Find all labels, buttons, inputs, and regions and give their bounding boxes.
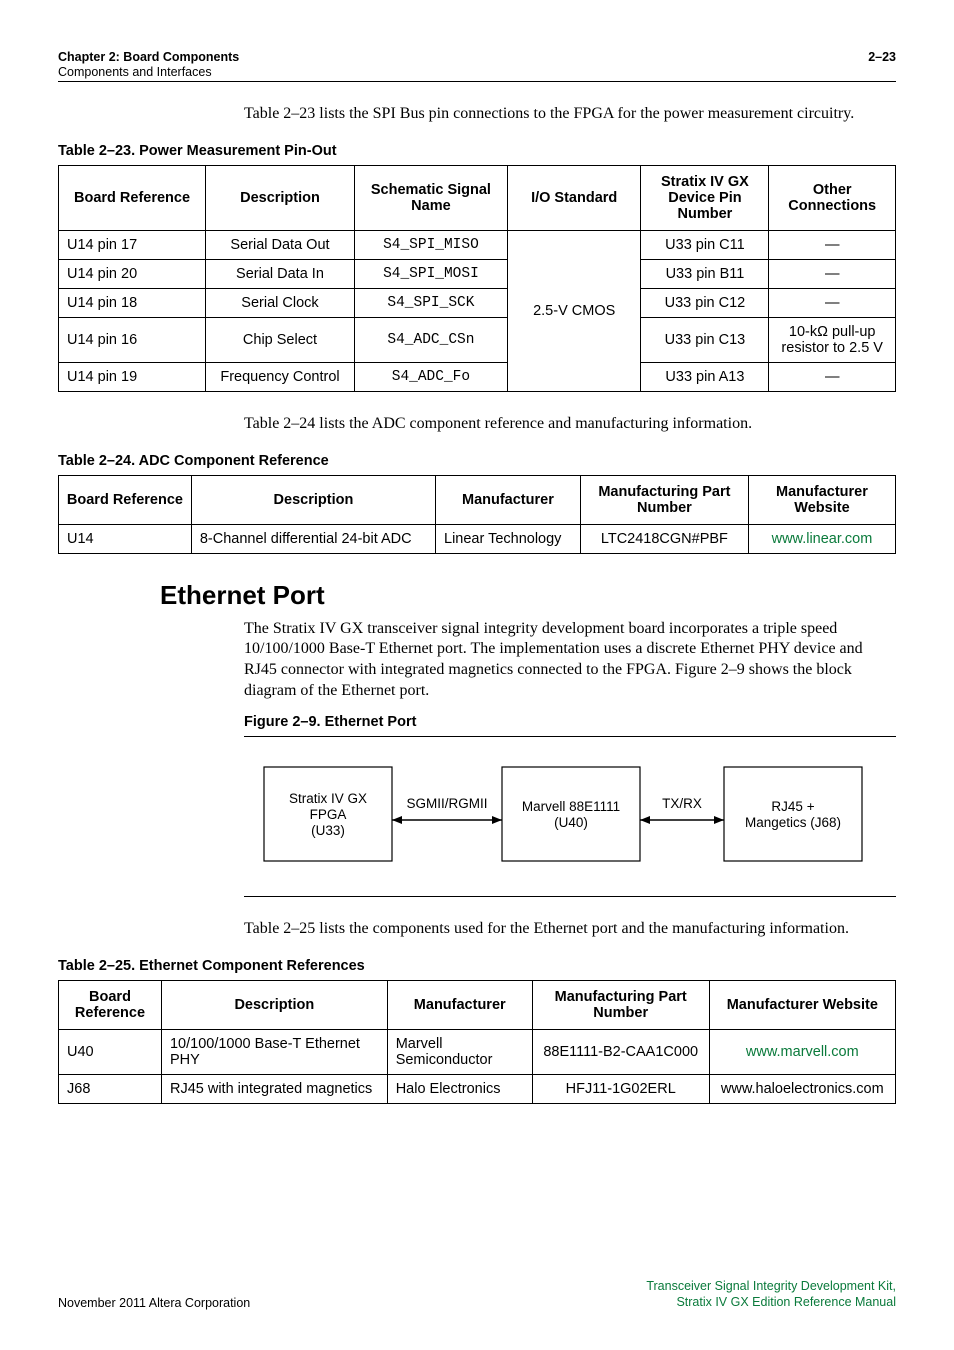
table-row: J68 RJ45 with integrated magnetics Halo … <box>59 1074 896 1103</box>
td: 2.5-V CMOS <box>507 230 641 391</box>
svg-text:(U40): (U40) <box>554 815 588 830</box>
th: Manufacturer Website <box>748 475 895 524</box>
td: U14 pin 20 <box>59 259 206 288</box>
td: Frequency Control <box>206 362 355 391</box>
td: Linear Technology <box>436 524 581 553</box>
td: — <box>769 259 896 288</box>
intro-text-223: Table 2–23 lists the SPI Bus pin connect… <box>244 104 896 125</box>
td: U33 pin C11 <box>641 230 769 259</box>
svg-text:Mangetics (J68): Mangetics (J68) <box>745 815 841 830</box>
table-225-caption: Table 2–25. Ethernet Component Reference… <box>58 958 896 974</box>
footer-right-line1[interactable]: Transceiver Signal Integrity Development… <box>646 1278 896 1294</box>
footer-left: November 2011 Altera Corporation <box>58 1296 250 1310</box>
td: S4_ADC_Fo <box>354 362 507 391</box>
website-link[interactable]: www.marvell.com <box>709 1029 895 1074</box>
th: Description <box>161 980 387 1029</box>
td: LTC2418CGN#PBF <box>580 524 748 553</box>
table-225: Board Reference Description Manufacturer… <box>58 980 896 1104</box>
td: U14 pin 16 <box>59 317 206 362</box>
td: 88E1111-B2-CAA1C000 <box>532 1029 709 1074</box>
th: Other Connections <box>769 165 896 230</box>
td: S4_SPI_SCK <box>354 288 507 317</box>
td: U14 pin 19 <box>59 362 206 391</box>
section-para: The Stratix IV GX transceiver signal int… <box>244 619 896 702</box>
figure-29-caption: Figure 2–9. Ethernet Port <box>244 714 896 730</box>
svg-text:FPGA: FPGA <box>310 807 347 822</box>
th: Manufacturer Website <box>709 980 895 1029</box>
th: Board Reference <box>59 980 162 1029</box>
svg-text:SGMII/RGMII: SGMII/RGMII <box>407 796 488 811</box>
td: Serial Data In <box>206 259 355 288</box>
td: Serial Clock <box>206 288 355 317</box>
footer-right-line2[interactable]: Stratix IV GX Edition Reference Manual <box>646 1294 896 1310</box>
page-footer: November 2011 Altera Corporation Transce… <box>58 1278 896 1311</box>
td: www.haloelectronics.com <box>709 1074 895 1103</box>
th: Description <box>206 165 355 230</box>
th: Manufacturer <box>387 980 532 1029</box>
td: S4_ADC_CSn <box>354 317 507 362</box>
table-row: U40 10/100/1000 Base-T Ethernet PHY Marv… <box>59 1029 896 1074</box>
td: 10/100/1000 Base-T Ethernet PHY <box>161 1029 387 1074</box>
section-ethernet-port: Ethernet Port <box>160 580 896 611</box>
svg-text:RJ45 +: RJ45 + <box>771 799 814 814</box>
td: U40 <box>59 1029 162 1074</box>
table-row: U14 8-Channel differential 24-bit ADC Li… <box>59 524 896 553</box>
table-row: Board Reference Description Schematic Si… <box>59 165 896 230</box>
intro-text-224: Table 2–24 lists the ADC component refer… <box>244 414 896 435</box>
td: J68 <box>59 1074 162 1103</box>
page-number: 2–23 <box>868 50 896 79</box>
table-row: Board Reference Description Manufacturer… <box>59 980 896 1029</box>
th: Schematic Signal Name <box>354 165 507 230</box>
td: 8-Channel differential 24-bit ADC <box>191 524 435 553</box>
table-row: U14 pin 16 Chip Select S4_ADC_CSn U33 pi… <box>59 317 896 362</box>
td: S4_SPI_MISO <box>354 230 507 259</box>
td: HFJ11-1G02ERL <box>532 1074 709 1103</box>
th: Board Reference <box>59 165 206 230</box>
th: Board Reference <box>59 475 192 524</box>
td: U14 pin 17 <box>59 230 206 259</box>
td: U14 pin 18 <box>59 288 206 317</box>
table-224-caption: Table 2–24. ADC Component Reference <box>58 453 896 469</box>
td: — <box>769 288 896 317</box>
td: Marvell Semiconductor <box>387 1029 532 1074</box>
th: Description <box>191 475 435 524</box>
th: Manufacturer <box>436 475 581 524</box>
intro-text-225: Table 2–25 lists the components used for… <box>244 919 896 940</box>
th: Stratix IV GX Device Pin Number <box>641 165 769 230</box>
chapter-subtitle: Components and Interfaces <box>58 65 239 79</box>
table-224: Board Reference Description Manufacturer… <box>58 475 896 554</box>
td: 10-kΩ pull-up resistor to 2.5 V <box>769 317 896 362</box>
th: Manufacturing Part Number <box>532 980 709 1029</box>
td: — <box>769 362 896 391</box>
svg-text:Marvell 88E1111: Marvell 88E1111 <box>522 799 620 814</box>
svg-text:Stratix IV GX: Stratix IV GX <box>289 791 367 806</box>
table-row: Board Reference Description Manufacturer… <box>59 475 896 524</box>
table-row: U14 pin 20 Serial Data In S4_SPI_MOSI U3… <box>59 259 896 288</box>
figure-29-svg: Stratix IV GXFPGA(U33) SGMII/RGMII Marvell… <box>244 759 874 869</box>
table-223: Board Reference Description Schematic Si… <box>58 165 896 392</box>
table-row: U14 pin 18 Serial Clock S4_SPI_SCK U33 p… <box>59 288 896 317</box>
td: U33 pin C13 <box>641 317 769 362</box>
td: RJ45 with integrated magnetics <box>161 1074 387 1103</box>
td: Halo Electronics <box>387 1074 532 1103</box>
figure-29: Stratix IV GXFPGA(U33) SGMII/RGMII Marvell… <box>244 736 896 897</box>
svg-text:TX/RX: TX/RX <box>662 796 702 811</box>
chapter-title: Chapter 2: Board Components <box>58 50 239 64</box>
th: I/O Standard <box>507 165 641 230</box>
svg-text:(U33): (U33) <box>311 823 345 838</box>
page-header: Chapter 2: Board Components Components a… <box>58 50 896 82</box>
th: Manufacturing Part Number <box>580 475 748 524</box>
td: Chip Select <box>206 317 355 362</box>
td: U33 pin C12 <box>641 288 769 317</box>
table-223-caption: Table 2–23. Power Measurement Pin-Out <box>58 143 896 159</box>
td: — <box>769 230 896 259</box>
table-row: U14 pin 19 Frequency Control S4_ADC_Fo U… <box>59 362 896 391</box>
td: U33 pin B11 <box>641 259 769 288</box>
td: S4_SPI_MOSI <box>354 259 507 288</box>
td: Serial Data Out <box>206 230 355 259</box>
table-row: U14 pin 17 Serial Data Out S4_SPI_MISO 2… <box>59 230 896 259</box>
website-link[interactable]: www.linear.com <box>748 524 895 553</box>
td: U14 <box>59 524 192 553</box>
td: U33 pin A13 <box>641 362 769 391</box>
